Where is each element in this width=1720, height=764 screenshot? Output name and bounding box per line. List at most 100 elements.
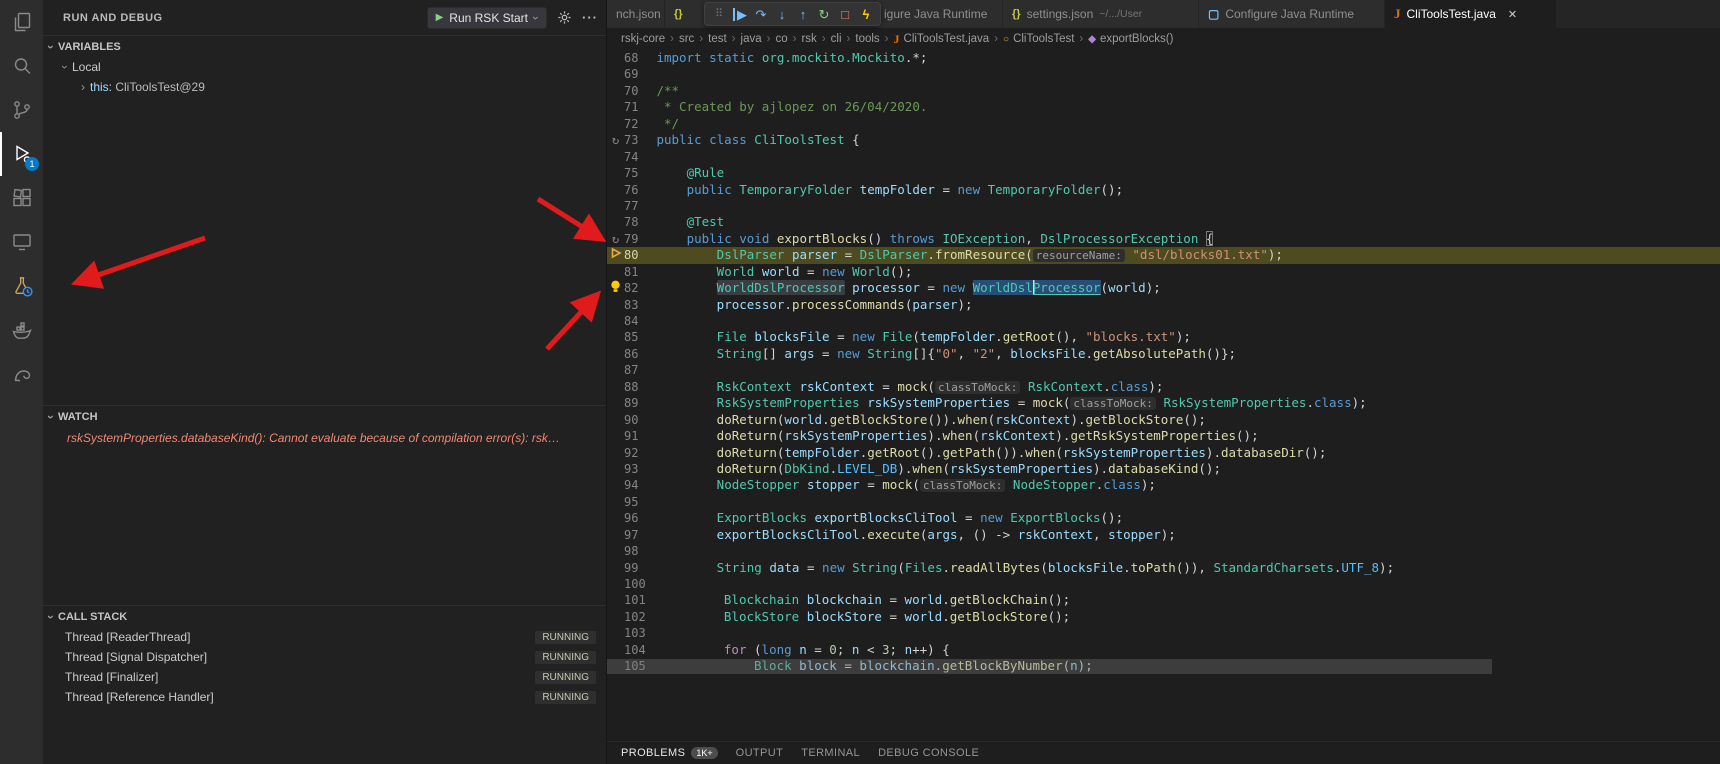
code-line[interactable]: 95 [607,494,1720,510]
activity-gradle[interactable] [0,352,43,396]
panel-tab-output[interactable]: OUTPUT [736,747,784,759]
code-line[interactable]: 78 @Test [607,214,1720,230]
activity-testing[interactable] [0,264,43,308]
call-stack-thread[interactable]: Thread [ReaderThread]RUNNING [43,627,606,647]
line-number[interactable]: 94 [624,477,656,493]
code-line[interactable]: 84 [607,313,1720,329]
debug-step-out-button[interactable]: ↑ [793,4,813,24]
code-line[interactable]: 74 [607,149,1720,165]
current-line-pointer-icon[interactable] [607,247,624,263]
code-line[interactable]: 77 [607,198,1720,214]
code-line[interactable]: 75 @Rule [607,165,1720,181]
line-number[interactable]: 103 [624,625,664,641]
code-line[interactable]: 89 RskSystemProperties rskSystemProperti… [607,395,1720,411]
code-line[interactable]: 91 doReturn(rskSystemProperties).when(rs… [607,428,1720,444]
line-number[interactable]: 96 [624,510,656,526]
variables-scope-local[interactable]: › Local [43,57,606,77]
activity-run-debug[interactable]: 1 [0,132,43,176]
line-number[interactable]: 73 [624,132,656,148]
debug-continue-button[interactable]: ▶ [730,4,750,24]
line-number[interactable]: 89 [624,395,656,411]
code-line[interactable]: 88 RskContext rskContext = mock(classToM… [607,379,1720,395]
line-number[interactable]: 87 [624,362,656,378]
breadcrumb-item-java[interactable]: java [741,33,762,45]
code-line[interactable]: 103 [607,625,1720,641]
breadcrumb-item-exportblocks[interactable]: ◆exportBlocks() [1088,33,1173,45]
line-number[interactable]: 81 [624,264,656,280]
code-line[interactable]: 92 doReturn(tempFolder.getRoot().getPath… [607,445,1720,461]
code-line[interactable]: 81 World world = new World(); [607,264,1720,280]
quick-fix-lightbulb-icon[interactable] [607,280,624,296]
line-number[interactable]: 70 [624,83,656,99]
code-line[interactable]: ↻79 public void exportBlocks() throws IO… [607,231,1720,247]
panel-tab-problems[interactable]: PROBLEMS1K+ [621,747,718,759]
code-line[interactable]: 93 doReturn(DbKind.LEVEL_DB).when(rskSys… [607,461,1720,477]
code-line[interactable]: ↻73public class CliToolsTest { [607,132,1720,148]
code-line[interactable]: 87 [607,362,1720,378]
code-line[interactable]: 98 [607,543,1720,559]
line-number[interactable]: 80 [624,247,656,263]
activity-extensions[interactable] [0,176,43,220]
line-number[interactable]: 100 [624,576,664,592]
breadcrumb-item-clitoolstest-java[interactable]: JCliToolsTest.java [894,32,990,47]
code-line[interactable]: 97 exportBlocksCliTool.execute(args, () … [607,527,1720,543]
line-number[interactable]: 98 [624,543,656,559]
call-stack-thread[interactable]: Thread [Finalizer]RUNNING [43,667,606,687]
activity-docker[interactable] [0,308,43,352]
debug-hot-code-replace-button[interactable]: ϟ [856,4,876,24]
line-number[interactable]: 69 [624,66,656,82]
line-number[interactable]: 104 [624,642,664,658]
call-stack-section-header[interactable]: › CALL STACK [43,605,606,627]
code-line[interactable]: 90 doReturn(world.getBlockStore()).when(… [607,412,1720,428]
code-line[interactable]: 96 ExportBlocks exportBlocksCliTool = ne… [607,510,1720,526]
code-line[interactable]: 82 WorldDslProcessor processor = new Wor… [607,280,1720,296]
editor-tab-nch-json[interactable]: nch.json [607,0,665,28]
line-number[interactable]: 84 [624,313,656,329]
launch-config-dropdown[interactable]: ▶ Run RSK Start › [427,7,547,29]
code-line[interactable]: 85 File blocksFile = new File(tempFolder… [607,329,1720,345]
line-number[interactable]: 90 [624,412,656,428]
debug-step-over-button[interactable]: ↷ [751,4,771,24]
line-number[interactable]: 88 [624,379,656,395]
editor-tab-settings-json[interactable]: {}settings.json~/.../User [1003,0,1199,28]
close-icon[interactable]: ✕ [1508,8,1517,21]
line-number[interactable]: 72 [624,116,656,132]
breadcrumb-item-clitoolstest[interactable]: ○CliToolsTest [1003,33,1074,45]
line-number[interactable]: 82 [624,280,656,296]
code-line[interactable]: 83 processor.processCommands(parser); [607,297,1720,313]
editor-tab-clitoolstest-java[interactable]: JCliToolsTest.java✕ [1385,0,1557,28]
code-line[interactable]: 86 String[] args = new String[]{"0", "2"… [607,346,1720,362]
line-number[interactable]: 78 [624,214,656,230]
watch-expression[interactable]: rskSystemProperties.databaseKind(): Cann… [43,431,598,445]
line-number[interactable]: 76 [624,182,656,198]
code-editor[interactable]: 68import static org.mockito.Mockito.*;69… [607,50,1720,741]
breadcrumb-item-tools[interactable]: tools [855,33,879,45]
activity-remote-explorer[interactable] [0,220,43,264]
breadcrumb-item-cli[interactable]: cli [831,33,842,45]
activity-source-control[interactable] [0,88,43,132]
watch-section-header[interactable]: › WATCH [43,405,606,427]
code-line[interactable]: 70/** [607,83,1720,99]
debug-step-into-button[interactable]: ↓ [772,4,792,24]
line-number[interactable]: 97 [624,527,656,543]
code-line[interactable]: 72 */ [607,116,1720,132]
code-line[interactable]: 69 [607,66,1720,82]
line-number[interactable]: 86 [624,346,656,362]
line-number[interactable]: 71 [624,99,656,115]
editor-tab-configure-java-runtime[interactable]: ▢Configure Java Runtime [1199,0,1385,28]
breadcrumb-item-rsk[interactable]: rsk [801,33,816,45]
breadcrumb-item-rskj-core[interactable]: rskj-core [621,33,665,45]
code-line[interactable]: 99 String data = new String(Files.readAl… [607,560,1720,576]
line-number[interactable]: 101 [624,592,664,608]
variable-this-row[interactable]: › this: CliToolsTest@29 [43,77,606,97]
code-line[interactable]: 76 public TemporaryFolder tempFolder = n… [607,182,1720,198]
code-line[interactable]: 80 DslParser parser = DslParser.fromReso… [607,247,1720,263]
activity-explorer[interactable] [0,0,43,44]
code-line[interactable]: 68import static org.mockito.Mockito.*; [607,50,1720,66]
breadcrumb-item-src[interactable]: src [679,33,694,45]
debug-drag-handle-button[interactable]: ⠿ [709,4,729,24]
call-stack-thread[interactable]: Thread [Reference Handler]RUNNING [43,687,606,707]
breadcrumb-item-test[interactable]: test [708,33,727,45]
panel-tab-terminal[interactable]: TERMINAL [801,747,860,759]
more-actions-icon[interactable]: ··· [582,10,598,25]
